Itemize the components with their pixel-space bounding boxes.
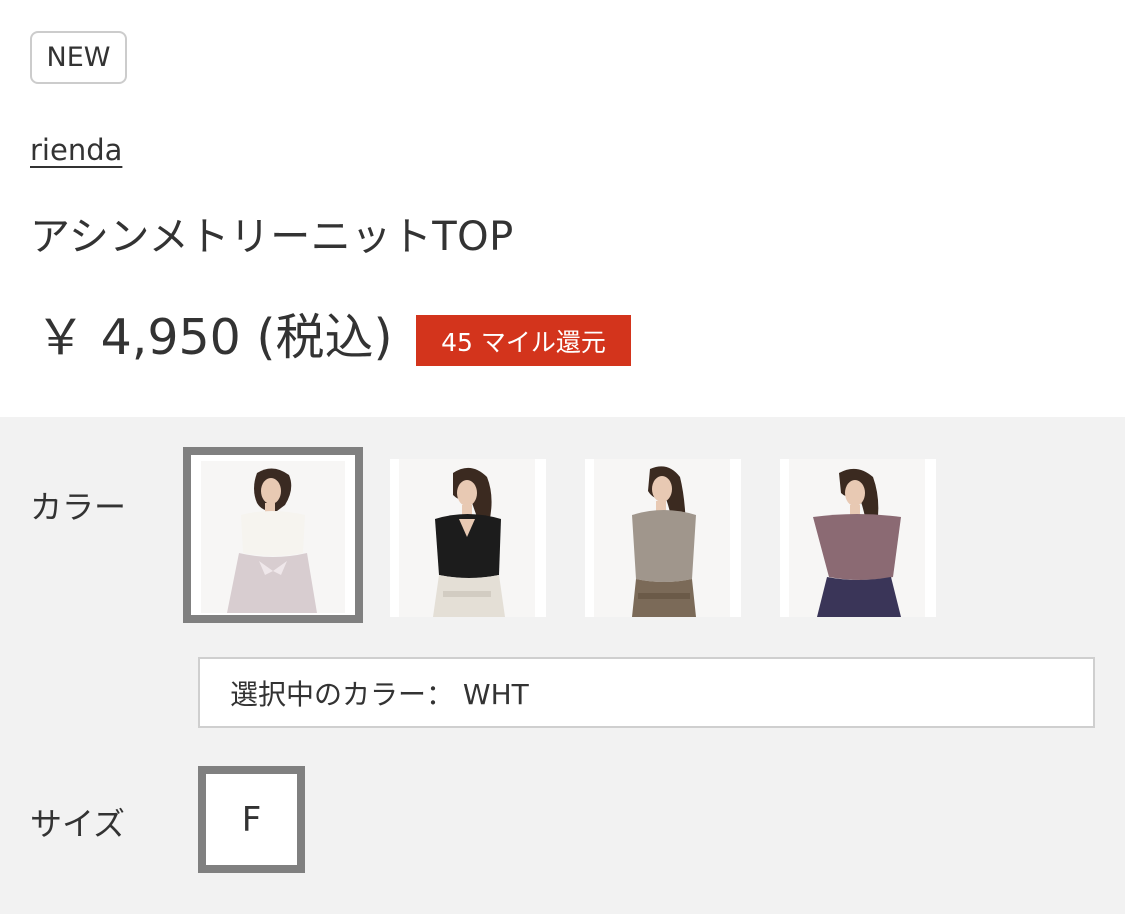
size-label: サイズ bbox=[30, 805, 126, 843]
miles-badge: 45 マイル還元 bbox=[416, 315, 631, 366]
color-swatch-blk[interactable] bbox=[390, 459, 546, 617]
product-photo-purple bbox=[789, 459, 925, 617]
product-photo-black bbox=[399, 459, 535, 617]
brand-link[interactable]: rienda bbox=[30, 133, 122, 167]
selected-color-display: 選択中のカラー： WHT bbox=[198, 657, 1095, 728]
options-panel: カラー 選択中のカラー： WHT サイズ F bbox=[0, 417, 1125, 914]
color-swatch-wht[interactable] bbox=[183, 447, 363, 623]
product-photo-white bbox=[201, 461, 345, 613]
product-title: アシンメトリーニットTOP bbox=[30, 214, 514, 260]
product-header: NEW rienda アシンメトリーニットTOP ￥ 4,950 (税込) 45… bbox=[0, 0, 1125, 417]
color-label: カラー bbox=[30, 488, 127, 526]
new-badge: NEW bbox=[30, 31, 127, 84]
product-photo-beige bbox=[594, 459, 730, 617]
size-option-f[interactable]: F bbox=[198, 766, 305, 873]
product-price: ￥ 4,950 (税込) bbox=[36, 309, 393, 366]
color-swatch-beg[interactable] bbox=[585, 459, 741, 617]
color-swatch-pur[interactable] bbox=[780, 459, 936, 617]
